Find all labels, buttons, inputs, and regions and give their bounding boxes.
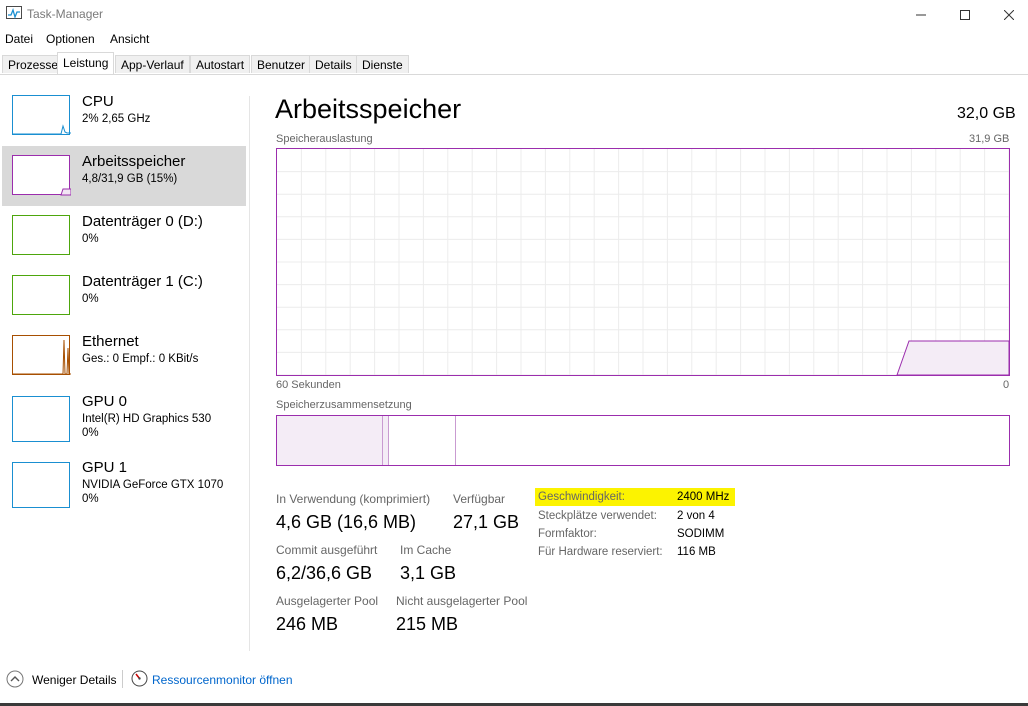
- sidebar-item-usage: 0%: [82, 427, 99, 439]
- paged-pool-value: 246 MB: [276, 614, 339, 634]
- paged-pool-label: Ausgelagerter Pool: [276, 594, 379, 608]
- sidebar-item-detail: NVIDIA GeForce GTX 1070: [82, 479, 224, 491]
- usage-graph-label: Speicherauslastung: [276, 133, 373, 145]
- ethernet-thumbnail-graph: [12, 335, 71, 375]
- tab-strip: Prozesse Leistung App-Verlauf Autostart …: [0, 52, 1028, 75]
- close-icon: [1004, 10, 1014, 20]
- composition-label: Speicherzusammensetzung: [276, 399, 412, 411]
- composition-standby: [389, 416, 456, 465]
- sidebar-item-label: Datenträger 0 (D:): [82, 213, 203, 230]
- composition-in-use: [277, 416, 383, 465]
- sidebar-item-gpu-0[interactable]: GPU 0 Intel(R) HD Graphics 530 0%: [2, 386, 246, 446]
- sidebar-item-disk-0[interactable]: Datenträger 0 (D:) 0%: [2, 206, 246, 266]
- memory-thumbnail-graph: [12, 155, 71, 196]
- sidebar-item-label: GPU 0: [82, 393, 128, 410]
- close-button[interactable]: [986, 0, 1028, 30]
- cpu-thumbnail-graph: [12, 95, 71, 135]
- tab-details[interactable]: Details: [309, 55, 358, 73]
- menu-optionen[interactable]: Optionen: [46, 32, 95, 46]
- tab-benutzer[interactable]: Benutzer: [251, 55, 312, 73]
- disk-0-thumbnail-graph: [12, 215, 70, 255]
- sidebar-item-detail: 0%: [82, 293, 99, 305]
- memory-composition-bar: [276, 415, 1010, 466]
- memory-usage-graph: [276, 148, 1010, 376]
- form-factor-label: Formfaktor:: [538, 528, 597, 540]
- maximize-icon: [960, 10, 970, 20]
- sidebar-item-label: Arbeitsspeicher: [82, 153, 186, 170]
- tab-app-verlauf[interactable]: App-Verlauf: [115, 55, 190, 73]
- sidebar-item-memory[interactable]: Arbeitsspeicher 4,8/31,9 GB (15%): [2, 146, 246, 206]
- gpu-1-thumbnail-graph: [12, 462, 70, 508]
- disk-1-thumbnail-graph: [12, 275, 70, 315]
- tab-leistung[interactable]: Leistung: [57, 52, 115, 74]
- minimize-icon: [916, 14, 926, 16]
- sidebar-item-detail: 4,8/31,9 GB (15%): [82, 173, 178, 185]
- time-axis-end: 0: [1003, 379, 1010, 391]
- menu-ansicht[interactable]: Ansicht: [110, 32, 149, 46]
- resource-monitor-icon: [131, 670, 148, 687]
- slots-label: Steckplätze verwendet:: [538, 510, 657, 522]
- hardware-reserved-value: 116 MB: [677, 546, 716, 558]
- cache-label: Im Cache: [400, 543, 452, 557]
- in-use-label: In Verwendung (komprimiert): [276, 492, 431, 506]
- speed-label: Geschwindigkeit:: [538, 491, 625, 503]
- footer-divider: [122, 670, 123, 688]
- gpu-0-thumbnail-graph: [12, 396, 70, 442]
- sidebar-item-label: Datenträger 1 (C:): [82, 273, 203, 290]
- sidebar-divider: [249, 96, 250, 651]
- window-title: Task-Manager: [27, 7, 104, 21]
- in-use-value: 4,6 GB (16,6 MB): [276, 512, 417, 532]
- hardware-reserved-label: Für Hardware reserviert:: [538, 546, 663, 558]
- total-memory: 32,0 GB: [957, 105, 1016, 122]
- footer-bar: Weniger Details Ressourcenmonitor öffnen: [0, 664, 1028, 694]
- resource-monitor-link[interactable]: Ressourcenmonitor öffnen: [152, 673, 293, 687]
- sidebar-item-detail: 2% 2,65 GHz: [82, 113, 151, 125]
- sidebar-item-disk-1[interactable]: Datenträger 1 (C:) 0%: [2, 266, 246, 326]
- usage-graph-max: 31,9 GB: [969, 133, 1010, 145]
- cache-value: 3,1 GB: [400, 563, 457, 583]
- speed-value: 2400 MHz: [677, 491, 730, 503]
- menu-datei[interactable]: Datei: [5, 32, 33, 46]
- sidebar-item-ethernet[interactable]: Ethernet Ges.: 0 Empf.: 0 KBit/s: [2, 326, 246, 386]
- title-bar[interactable]: Task-Manager: [0, 0, 1028, 30]
- sidebar-item-detail: Ges.: 0 Empf.: 0 KBit/s: [82, 353, 199, 365]
- sidebar-item-detail: Intel(R) HD Graphics 530: [82, 413, 212, 425]
- sidebar-item-detail: 0%: [82, 233, 99, 245]
- tab-prozesse[interactable]: Prozesse: [2, 55, 65, 73]
- sidebar-item-gpu-1[interactable]: GPU 1 NVIDIA GeForce GTX 1070 0%: [2, 452, 246, 512]
- sidebar-item-label: CPU: [82, 93, 114, 110]
- sidebar-item-label: Ethernet: [82, 333, 139, 350]
- nonpaged-pool-label: Nicht ausgelagerter Pool: [396, 594, 528, 608]
- collapse-chevron-icon[interactable]: [6, 670, 24, 688]
- less-details-link[interactable]: Weniger Details: [32, 673, 116, 687]
- minimize-button[interactable]: [898, 0, 944, 30]
- sidebar-item-usage: 0%: [82, 493, 99, 505]
- task-manager-icon: [6, 6, 22, 20]
- commit-value: 6,2/36,6 GB: [276, 563, 373, 583]
- tab-autostart[interactable]: Autostart: [190, 55, 251, 73]
- page-title: Arbeitsspeicher: [275, 94, 462, 124]
- slots-value: 2 von 4: [677, 510, 715, 522]
- maximize-button[interactable]: [942, 0, 988, 30]
- tab-dienste[interactable]: Dienste: [356, 55, 409, 73]
- commit-label: Commit ausgeführt: [276, 543, 378, 557]
- available-label: Verfügbar: [453, 492, 506, 506]
- sidebar-item-label: GPU 1: [82, 459, 128, 476]
- sidebar-item-cpu[interactable]: CPU 2% 2,65 GHz: [2, 86, 246, 146]
- available-value: 27,1 GB: [453, 512, 520, 532]
- nonpaged-pool-value: 215 MB: [396, 614, 459, 634]
- menu-bar: Datei Optionen Ansicht: [0, 30, 1028, 48]
- form-factor-value: SODIMM: [677, 528, 725, 540]
- time-axis-start: 60 Sekunden: [276, 379, 341, 391]
